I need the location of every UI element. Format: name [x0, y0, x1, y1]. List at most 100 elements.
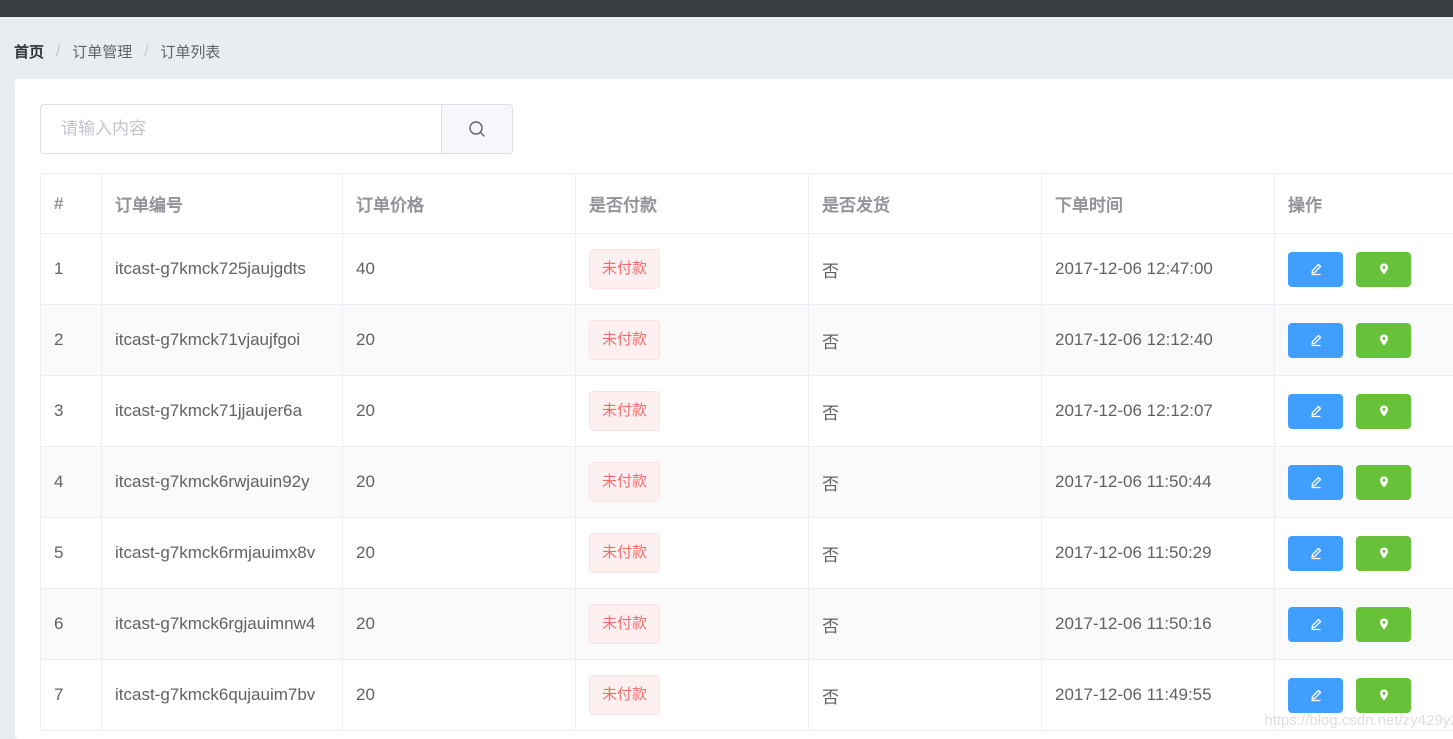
cell-price: 20 [343, 589, 576, 659]
column-header-order-number: 订单编号 [102, 174, 343, 233]
cell-order-number: itcast-g7kmck6qujauim7bv [102, 660, 343, 730]
location-icon [1377, 688, 1391, 702]
location-button[interactable] [1356, 393, 1411, 429]
cell-time: 2017-12-06 12:12:07 [1042, 376, 1275, 446]
edit-button[interactable] [1288, 606, 1343, 642]
cell-shipped: 否 [809, 234, 1042, 304]
cell-paid: 未付款 [576, 447, 809, 517]
table-row: 3 itcast-g7kmck71jjaujer6a 20 未付款 否 2017-12-0… [41, 376, 1453, 447]
location-button[interactable] [1356, 322, 1411, 358]
edit-button[interactable] [1288, 677, 1343, 713]
payment-status-tag: 未付款 [589, 533, 661, 573]
breadcrumb-separator: / [56, 42, 61, 60]
edit-button[interactable] [1288, 535, 1343, 571]
location-button[interactable] [1356, 251, 1411, 287]
search-input[interactable] [40, 104, 441, 154]
table-row: 5 itcast-g7kmck6rmjauimx8v 20 未付款 否 2017-12-0… [41, 518, 1453, 589]
cell-price: 20 [343, 376, 576, 446]
column-header-shipped: 是否发货 [809, 174, 1042, 233]
location-icon [1377, 617, 1391, 631]
edit-icon [1308, 261, 1324, 277]
cell-time: 2017-12-06 12:47:00 [1042, 234, 1275, 304]
cell-order-number: itcast-g7kmck6rgjauimnw4 [102, 589, 343, 659]
table-row: 7 itcast-g7kmck6qujauim7bv 20 未付款 否 2017-12-0… [41, 660, 1453, 731]
breadcrumb-order-management: 订单管理 [72, 43, 133, 61]
top-bar [0, 0, 1453, 17]
location-icon [1377, 475, 1391, 489]
orders-table: # 订单编号 订单价格 是否付款 是否发货 下单时间 操作 1 itcast-g7… [40, 173, 1453, 731]
breadcrumb-home[interactable]: 首页 [14, 41, 44, 62]
payment-status-tag: 未付款 [589, 462, 661, 502]
cell-price: 40 [343, 234, 576, 304]
cell-index: 3 [41, 376, 102, 446]
table-row: 2 itcast-g7kmck71vjaujfgoi 20 未付款 否 2017-12-0… [41, 305, 1453, 376]
table-row: 4 itcast-g7kmck6rwjauin92y 20 未付款 否 2017-12-0… [41, 447, 1453, 518]
cell-actions [1275, 518, 1453, 588]
edit-icon [1308, 332, 1324, 348]
cell-paid: 未付款 [576, 376, 809, 446]
cell-index: 5 [41, 518, 102, 588]
location-button[interactable] [1356, 677, 1411, 713]
cell-shipped: 否 [809, 589, 1042, 659]
cell-paid: 未付款 [576, 518, 809, 588]
cell-actions [1275, 234, 1453, 304]
cell-price: 20 [343, 518, 576, 588]
cell-actions [1275, 447, 1453, 517]
cell-shipped: 否 [809, 447, 1042, 517]
edit-button[interactable] [1288, 393, 1343, 429]
cell-time: 2017-12-06 11:50:29 [1042, 518, 1275, 588]
column-header-index: # [41, 174, 102, 233]
column-header-actions: 操作 [1288, 196, 1322, 215]
location-button[interactable] [1356, 606, 1411, 642]
cell-time: 2017-12-06 12:12:40 [1042, 305, 1275, 375]
cell-paid: 未付款 [576, 234, 809, 304]
search-button[interactable] [441, 104, 513, 154]
cell-index: 6 [41, 589, 102, 659]
cell-shipped: 否 [809, 660, 1042, 730]
edit-icon [1308, 616, 1324, 632]
cell-price: 20 [343, 660, 576, 730]
cell-paid: 未付款 [576, 305, 809, 375]
location-icon [1377, 333, 1391, 347]
breadcrumb: 首页 / 订单管理 / 订单列表 [14, 40, 220, 62]
cell-paid: 未付款 [576, 660, 809, 730]
payment-status-tag: 未付款 [589, 604, 661, 644]
cell-order-number: itcast-g7kmck6rmjauimx8v [102, 518, 343, 588]
column-header-time: 下单时间 [1042, 174, 1275, 233]
location-button[interactable] [1356, 464, 1411, 500]
edit-icon [1308, 687, 1324, 703]
table-row: 1 itcast-g7kmck725jaujgdts 40 未付款 否 2017-12-0… [41, 234, 1453, 305]
search-icon [469, 121, 485, 137]
payment-status-tag: 未付款 [589, 675, 661, 715]
cell-order-number: itcast-g7kmck71jjaujer6a [102, 376, 343, 446]
cell-shipped: 否 [809, 376, 1042, 446]
cell-price: 20 [343, 447, 576, 517]
location-icon [1377, 546, 1391, 560]
table-row: 6 itcast-g7kmck6rgjauimnw4 20 未付款 否 2017-12-0… [41, 589, 1453, 660]
edit-button[interactable] [1288, 464, 1343, 500]
cell-index: 7 [41, 660, 102, 730]
table-body: 1 itcast-g7kmck725jaujgdts 40 未付款否 2017-12-0… [41, 234, 1453, 731]
cell-actions [1275, 305, 1453, 375]
cell-index: 2 [41, 305, 102, 375]
location-icon [1377, 404, 1391, 418]
cell-time: 2017-12-06 11:50:16 [1042, 589, 1275, 659]
edit-button[interactable] [1288, 251, 1343, 287]
edit-button[interactable] [1288, 322, 1343, 358]
location-icon [1377, 262, 1391, 276]
cell-order-number: itcast-g7kmck6rwjauin92y [102, 447, 343, 517]
cell-order-number: itcast-g7kmck71vjaujfgoi [102, 305, 343, 375]
table-header: # 订单编号 订单价格 是否付款 是否发货 下单时间 操作 [41, 174, 1453, 234]
payment-status-tag: 未付款 [589, 249, 661, 289]
location-button[interactable] [1356, 535, 1411, 571]
cell-actions [1275, 376, 1453, 446]
cell-actions [1275, 660, 1453, 730]
cell-shipped: 否 [809, 518, 1042, 588]
breadcrumb-separator: / [144, 42, 149, 60]
cell-shipped: 否 [809, 305, 1042, 375]
cell-order-number: itcast-g7kmck725jaujgdts [102, 234, 343, 304]
cell-time: 2017-12-06 11:49:55 [1042, 660, 1275, 730]
search-bar [40, 104, 513, 154]
edit-icon [1308, 545, 1324, 561]
content-card: # 订单编号 订单价格 是否付款 是否发货 下单时间 操作 1itcast-g7… [15, 79, 1453, 739]
